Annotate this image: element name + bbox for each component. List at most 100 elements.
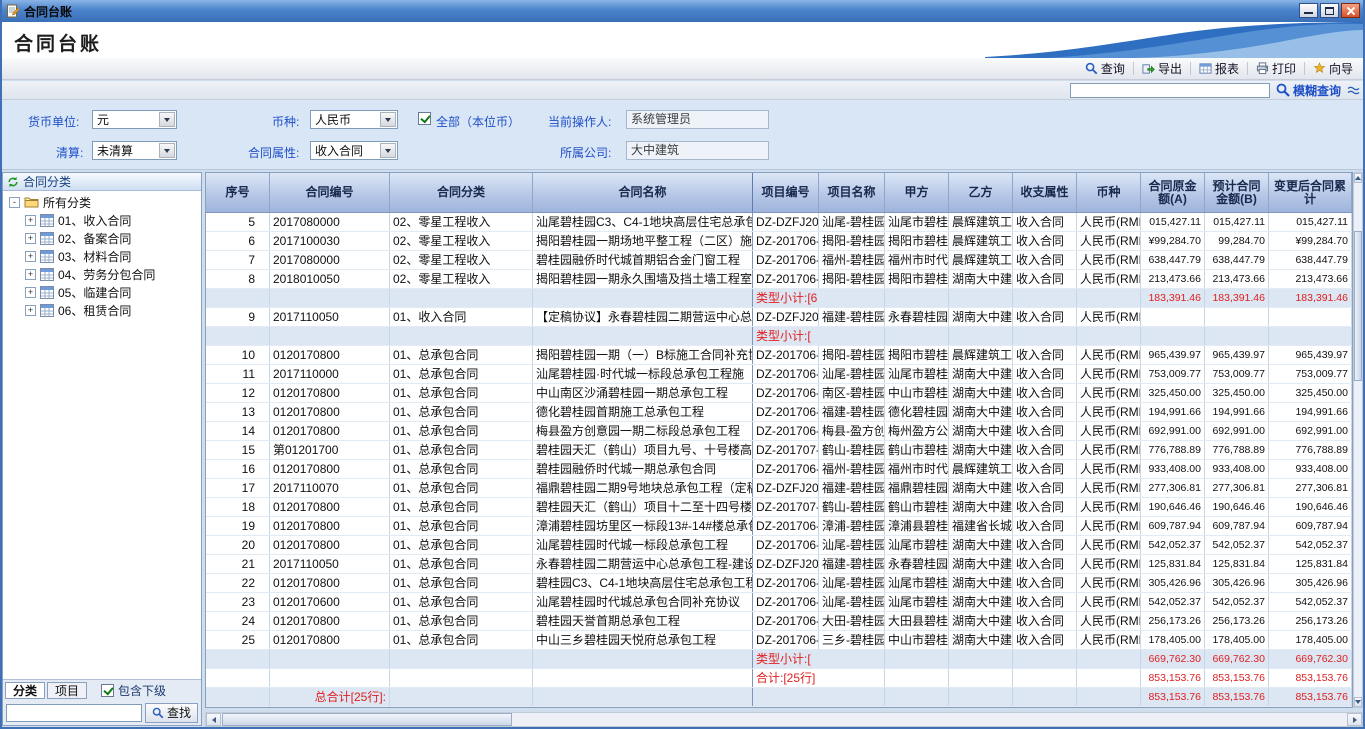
table-cell: 213,473.66: [1141, 270, 1205, 288]
refresh-icon[interactable]: [7, 176, 19, 188]
tree-item[interactable]: + 04、劳务分包合同: [3, 265, 201, 283]
column-header[interactable]: 合同原金额(A): [1141, 173, 1205, 212]
table-cell: 669,762.30: [1141, 650, 1205, 668]
tree-root[interactable]: - 所有分类: [3, 193, 201, 211]
table-row[interactable]: 25012017080001、总承包合同中山三乡碧桂园天悦府总承包工程DZ-20…: [206, 631, 1352, 650]
table-row[interactable]: 10012017080001、总承包合同揭阳碧桂园一期（一）B标施工合同补充协D…: [206, 346, 1352, 365]
table-row[interactable]: 21201711005001、总承包合同永春碧桂园二期营运中心总承包工程-建设D…: [206, 555, 1352, 574]
table-row[interactable]: 23012017060001、总承包合同汕尾碧桂园时代城总承包合同补充协议DZ-…: [206, 593, 1352, 612]
table-cell: 福建-碧桂园: [819, 479, 885, 497]
search-input[interactable]: [1070, 83, 1270, 98]
table-row[interactable]: 13012017080001、总承包合同德化碧桂园首期施工总承包工程DZ-201…: [206, 403, 1352, 422]
table-row[interactable]: 5201708000002、零星工程收入汕尾碧桂园C3、C4-1地块高层住宅总承…: [206, 213, 1352, 232]
report-button[interactable]: 报表: [1193, 59, 1245, 78]
expand-icon[interactable]: +: [25, 305, 36, 316]
currency-select[interactable]: 人民币: [310, 110, 398, 129]
export-button[interactable]: 导出: [1136, 59, 1188, 78]
print-button[interactable]: 打印: [1250, 59, 1302, 78]
table-row[interactable]: 类型小计:[669,762.30669,762.30669,762.30: [206, 650, 1352, 669]
expand-icon[interactable]: +: [25, 251, 36, 262]
column-header[interactable]: 合同名称: [533, 173, 753, 212]
category-icon: [40, 250, 54, 263]
collapse-panel-icon[interactable]: [1347, 85, 1360, 96]
collapse-icon[interactable]: -: [9, 197, 20, 208]
table-row[interactable]: 类型小计:[6183,391.46183,391.46183,391.46: [206, 289, 1352, 308]
table-row[interactable]: 16012017080001、总承包合同碧桂园融侨时代城一期总承包合同DZ-20…: [206, 460, 1352, 479]
table-cell: 853,153.76: [1205, 688, 1269, 706]
wizard-button[interactable]: 向导: [1307, 59, 1359, 78]
all-base-currency-checkbox[interactable]: [418, 112, 431, 125]
table-row[interactable]: 14012017080001、总承包合同梅县盈方创意园一期二标段总承包工程DZ-…: [206, 422, 1352, 441]
tree-item[interactable]: + 01、收入合同: [3, 211, 201, 229]
table-row[interactable]: 总合计[25行]:853,153.76853,153.76853,153.76: [206, 688, 1352, 707]
close-button[interactable]: [1341, 3, 1360, 18]
column-header[interactable]: 币种: [1077, 173, 1141, 212]
table-row[interactable]: 6201710003002、零星工程收入揭阳碧桂园一期场地平整工程（二区）施DZ…: [206, 232, 1352, 251]
scroll-up-arrow[interactable]: [1354, 173, 1362, 183]
column-header[interactable]: 合同编号: [270, 173, 390, 212]
horizontal-scroll-thumb[interactable]: [222, 713, 512, 726]
minimize-button[interactable]: [1299, 3, 1318, 18]
column-header[interactable]: 序号: [206, 173, 270, 212]
table-cell: 永春碧桂园: [885, 555, 949, 573]
vertical-scrollbar[interactable]: [1353, 172, 1363, 708]
column-header[interactable]: 变更后合同累计: [1269, 173, 1352, 212]
scroll-right-arrow[interactable]: [1347, 713, 1362, 726]
dropdown-arrow-icon[interactable]: [159, 143, 175, 158]
scroll-down-arrow[interactable]: [1354, 697, 1362, 707]
table-row[interactable]: 20012017080001、总承包合同汕尾碧桂园时代城一标段总承包工程DZ-2…: [206, 536, 1352, 555]
currency-label: 币种:: [272, 113, 299, 130]
find-button[interactable]: 查找: [145, 703, 198, 723]
column-header[interactable]: 项目编号: [753, 173, 819, 212]
column-header[interactable]: 收支属性: [1013, 173, 1077, 212]
vertical-scroll-thumb[interactable]: [1354, 231, 1362, 381]
scroll-left-arrow[interactable]: [206, 713, 221, 726]
table-cell: 类型小计:[: [753, 650, 885, 668]
column-header[interactable]: 甲方: [885, 173, 949, 212]
table-cell: 类型小计:[: [753, 327, 885, 345]
fuzzy-query-button[interactable]: 模糊查询: [1276, 82, 1341, 99]
table-row[interactable]: 合计:[25行]853,153.76853,153.76853,153.76: [206, 669, 1352, 688]
tab-category[interactable]: 分类: [5, 682, 45, 699]
table-row[interactable]: 9201711005001、收入合同【定稿协议】永春碧桂园二期营运中心总DZ-D…: [206, 308, 1352, 327]
table-row[interactable]: 12012017080001、总承包合同中山南区沙涌碧桂园一期总承包工程DZ-2…: [206, 384, 1352, 403]
dropdown-arrow-icon[interactable]: [159, 112, 175, 127]
title-bar[interactable]: 合同台账: [0, 0, 1365, 22]
horizontal-scrollbar[interactable]: [205, 712, 1363, 727]
column-header[interactable]: 合同分类: [390, 173, 533, 212]
table-row[interactable]: 11201711000001、总承包合同汕尾碧桂园·时代城一标段总承包工程施DZ…: [206, 365, 1352, 384]
tree-search-input[interactable]: [6, 704, 142, 722]
tab-project[interactable]: 项目: [47, 682, 87, 699]
expand-icon[interactable]: +: [25, 269, 36, 280]
settle-select[interactable]: 未清算: [92, 141, 177, 160]
column-header[interactable]: 预计合同金额(B): [1205, 173, 1269, 212]
table-row[interactable]: 24012017080001、总承包合同碧桂园天誉首期总承包工程DZ-20170…: [206, 612, 1352, 631]
table-row[interactable]: 19012017080001、总承包合同漳浦碧桂园坊里区一标段13#-14#楼总…: [206, 517, 1352, 536]
expand-icon[interactable]: +: [25, 287, 36, 298]
table-row[interactable]: 7201708000002、零星工程收入碧桂园融侨时代城首期铝合金门窗工程DZ-…: [206, 251, 1352, 270]
table-cell: 0120170800: [270, 517, 390, 535]
query-button[interactable]: 查询: [1079, 59, 1131, 78]
column-header[interactable]: 项目名称: [819, 173, 885, 212]
tree-item[interactable]: + 05、临建合同: [3, 283, 201, 301]
contract-attr-select[interactable]: 收入合同: [310, 141, 398, 160]
dropdown-arrow-icon[interactable]: [380, 143, 396, 158]
currency-unit-select[interactable]: 元: [92, 110, 177, 129]
table-cell: [1013, 650, 1077, 668]
include-sub-checkbox[interactable]: [101, 684, 114, 697]
table-row[interactable]: 15第0120170001、总承包合同碧桂园天汇（鹤山）项目九号、十号楼高DZ-…: [206, 441, 1352, 460]
dropdown-arrow-icon[interactable]: [380, 112, 396, 127]
table-row[interactable]: 类型小计:[: [206, 327, 1352, 346]
restore-button[interactable]: [1320, 3, 1339, 18]
expand-icon[interactable]: +: [25, 215, 36, 226]
table-row[interactable]: 8201801005002、零星工程收入揭阳碧桂园一期永久围墙及挡土墙工程室DZ…: [206, 270, 1352, 289]
table-cell: 人民币(RMB: [1077, 346, 1141, 364]
column-header[interactable]: 乙方: [949, 173, 1013, 212]
tree-item[interactable]: + 03、材料合同: [3, 247, 201, 265]
tree-item[interactable]: + 06、租赁合同: [3, 301, 201, 319]
table-row[interactable]: 18012017080001、总承包合同碧桂园天汇（鹤山）项目十二至十四号楼DZ…: [206, 498, 1352, 517]
table-row[interactable]: 22012017080001、总承包合同碧桂园C3、C4-1地块高层住宅总承包工…: [206, 574, 1352, 593]
tree-item[interactable]: + 02、备案合同: [3, 229, 201, 247]
table-row[interactable]: 17201711007001、总承包合同福鼎碧桂园二期9号地块总承包工程（定稿D…: [206, 479, 1352, 498]
expand-icon[interactable]: +: [25, 233, 36, 244]
